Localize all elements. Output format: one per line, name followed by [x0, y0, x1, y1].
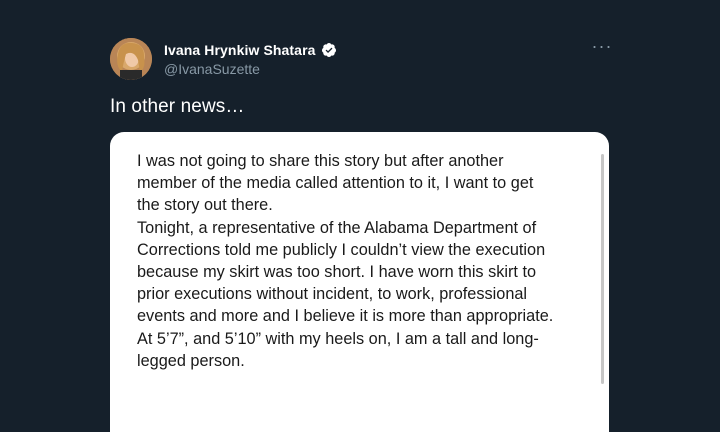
author-info: Ivana Hrynkiw Shatara @IvanaSuzette — [164, 40, 337, 77]
tweet: Ivana Hrynkiw Shatara @IvanaSuzette ··· … — [0, 0, 720, 432]
image-text-line: At 5’7”, and 5’10” with my heels on, I a… — [137, 329, 539, 348]
image-text: I was not going to share this story but … — [137, 150, 599, 372]
image-text-line: legged person. — [137, 351, 245, 370]
image-text-line: prior executions without incident, to wo… — [137, 285, 528, 304]
tweet-image[interactable]: I was not going to share this story but … — [110, 132, 609, 432]
image-text-line: member of the media called attention to … — [137, 174, 534, 193]
image-text-line: Corrections told me publicly I couldn’t … — [137, 240, 546, 259]
image-text-line: I was not going to share this story but … — [137, 152, 504, 170]
verified-badge-icon — [321, 42, 337, 58]
image-text-line: because my skirt was too short. I have w… — [137, 263, 537, 282]
name-row: Ivana Hrynkiw Shatara — [164, 40, 337, 60]
avatar[interactable] — [110, 38, 152, 80]
image-text-line: events and more and I believe it is more… — [137, 307, 554, 326]
tweet-text: In other news… — [110, 96, 245, 117]
image-text-line: the story out there. — [137, 196, 273, 215]
image-scrollbar — [601, 154, 604, 384]
username-handle[interactable]: @IvanaSuzette — [164, 61, 337, 77]
display-name[interactable]: Ivana Hrynkiw Shatara — [164, 42, 316, 58]
more-horizontal-icon[interactable]: ··· — [588, 37, 616, 60]
image-text-line: Tonight, a representative of the Alabama… — [137, 218, 537, 237]
